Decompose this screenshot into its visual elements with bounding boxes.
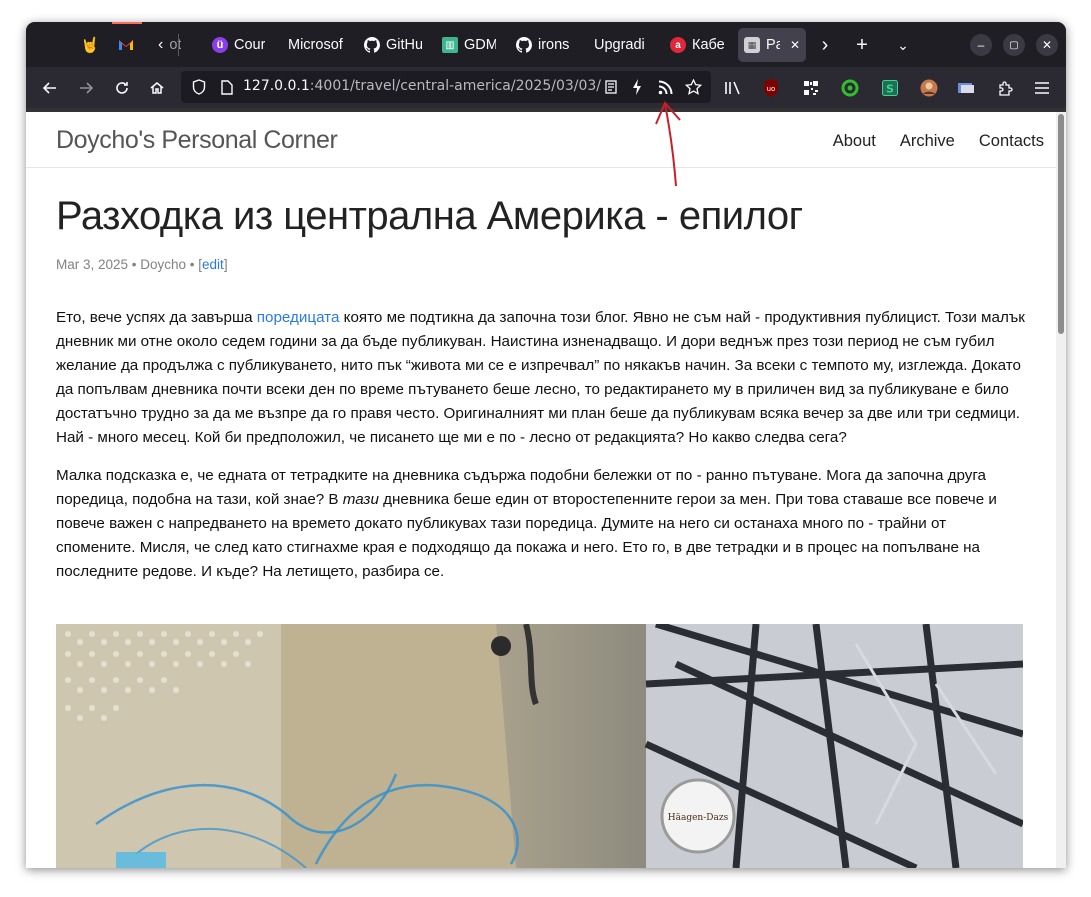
tab-8[interactable]: a Кабе (664, 28, 732, 62)
paragraph-1: Ето, вече успях да завърша поредицата ко… (56, 306, 1028, 450)
qr-code-icon[interactable] (801, 78, 821, 98)
tab-label: ot (169, 37, 182, 53)
close-tab-icon[interactable]: ✕ (790, 38, 800, 52)
back-button[interactable] (34, 72, 66, 104)
svg-text:S: S (886, 83, 894, 96)
hamburger-menu-icon[interactable] (1032, 78, 1052, 98)
home-button[interactable] (141, 72, 173, 104)
profile-avatar-icon[interactable] (919, 78, 939, 98)
post-title: Разходка из централна Америка - епилог (56, 194, 803, 238)
tab-label: Cour (234, 37, 266, 53)
airport-notebooks-photo: Häagen-Dazs (56, 624, 1023, 868)
edit-link[interactable]: edit (202, 257, 224, 272)
maximize-icon[interactable]: ▢ (1003, 34, 1025, 56)
nav-link-about[interactable]: About (833, 132, 876, 151)
lightning-icon[interactable] (627, 77, 647, 97)
scroll-right-icon[interactable]: › (810, 30, 840, 60)
reload-icon (116, 82, 128, 94)
post-body: Ето, вече успях да завърша поредицата ко… (56, 306, 1028, 598)
tab-label: GDM (464, 37, 496, 53)
tab-label: Microsof (288, 37, 343, 53)
arrow-right-icon (80, 82, 94, 94)
series-link[interactable]: поредицата (257, 309, 340, 326)
tab-label: irons (538, 37, 570, 53)
tab-label: Кабе (692, 37, 725, 53)
extensions-puzzle-icon[interactable] (995, 78, 1015, 98)
site-title[interactable]: Doycho's Personal Corner (56, 126, 338, 155)
url-text[interactable]: 127.0.0.1:4001/travel/central-america/20… (243, 78, 603, 94)
tab-6[interactable]: irons (510, 28, 580, 62)
post-meta: Mar 3, 2025 • Doycho • [edit] (56, 257, 228, 272)
tab-4[interactable]: GitHu (358, 28, 428, 62)
page-scrollbar[interactable] (1056, 112, 1066, 868)
paragraph-text: която ме подтикна да започна този блог. … (56, 309, 1025, 446)
s-extension-icon[interactable]: S (880, 78, 900, 98)
post-meta-date-author: Mar 3, 2025 • Doycho • [ (56, 257, 203, 272)
forward-button[interactable] (70, 72, 102, 104)
screen-extension-icon[interactable] (956, 78, 976, 98)
tab-1[interactable]: ‹ ot (152, 28, 202, 62)
page-icon: ▦ (744, 37, 760, 53)
reload-button[interactable] (106, 72, 138, 104)
new-tab-button[interactable]: + (847, 30, 877, 60)
github-icon (516, 37, 532, 53)
github-icon (364, 37, 380, 53)
course-icon: ü (212, 37, 228, 53)
scrollbar-thumb[interactable] (1058, 114, 1064, 334)
tab-2[interactable]: ü Cour (206, 28, 274, 62)
gmail-icon (119, 40, 133, 50)
tab-3[interactable]: Microsof (282, 28, 352, 62)
tab-strip: 🤘 ‹ ot ü Cour Microsof GitHu ▥ GDM irons… (26, 22, 1066, 67)
tab-highlight (112, 22, 142, 24)
home-icon (150, 82, 164, 94)
gdm-icon: ▥ (442, 37, 458, 53)
url-host: 127.0.0.1 (243, 78, 310, 94)
ublock-icon[interactable]: uo (761, 78, 781, 98)
nav-bar: 127.0.0.1:4001/travel/central-america/20… (26, 67, 1066, 108)
green-circle-icon[interactable] (840, 78, 860, 98)
tab-active[interactable]: ▦ Pa ✕ (738, 28, 806, 62)
nav-link-contacts[interactable]: Contacts (979, 132, 1044, 151)
photo-sign-text: Häagen-Dazs (668, 813, 729, 823)
svg-text:uo: uo (767, 85, 776, 93)
minimize-icon[interactable]: – (970, 34, 992, 56)
tab-label: GitHu (386, 37, 422, 53)
library-icon[interactable] (723, 78, 743, 98)
url-bar[interactable]: 127.0.0.1:4001/travel/central-america/20… (181, 71, 711, 103)
page-content: Doycho's Personal Corner About Archive C… (26, 108, 1066, 868)
bookmark-star-icon[interactable] (683, 77, 703, 97)
tab-list-icon[interactable]: ⌄ (888, 30, 918, 60)
close-window-icon[interactable]: ✕ (1036, 34, 1058, 56)
browser-window: 🤘 ‹ ot ü Cour Microsof GitHu ▥ GDM irons… (26, 22, 1066, 868)
site-header: Doycho's Personal Corner About Archive C… (26, 112, 1056, 168)
nav-link-archive[interactable]: Archive (900, 132, 955, 151)
tab-divider (178, 34, 179, 56)
url-path: :4001/travel/central-america/2025/03/03/ (309, 78, 602, 94)
reader-view-icon[interactable] (601, 77, 621, 97)
shield-icon[interactable] (189, 77, 209, 97)
kabe-icon: a (670, 37, 686, 53)
tab-label: Upgradi (594, 37, 645, 53)
tab-5[interactable]: ▥ GDM (436, 28, 502, 62)
tab-gmail[interactable] (112, 28, 142, 62)
page-info-icon[interactable] (217, 77, 237, 97)
paragraph-2: Малка подсказка е, че едната от тетрадки… (56, 464, 1028, 584)
arrow-left-icon (42, 82, 56, 94)
hand-rock-icon: 🤘 (80, 37, 100, 54)
rss-feed-icon[interactable] (655, 77, 675, 97)
site-nav: About Archive Contacts (833, 132, 1044, 151)
post-meta-bracket: ] (223, 257, 228, 272)
tab-7[interactable]: Upgradi (588, 28, 656, 62)
chevron-left-icon: ‹ (158, 36, 164, 53)
tab-pinned-1[interactable]: 🤘 (76, 28, 104, 62)
paragraph-text: Ето, вече успях да завърша (56, 309, 257, 326)
emphasis-text: тази (342, 491, 379, 508)
tab-label: Pa (766, 37, 780, 53)
